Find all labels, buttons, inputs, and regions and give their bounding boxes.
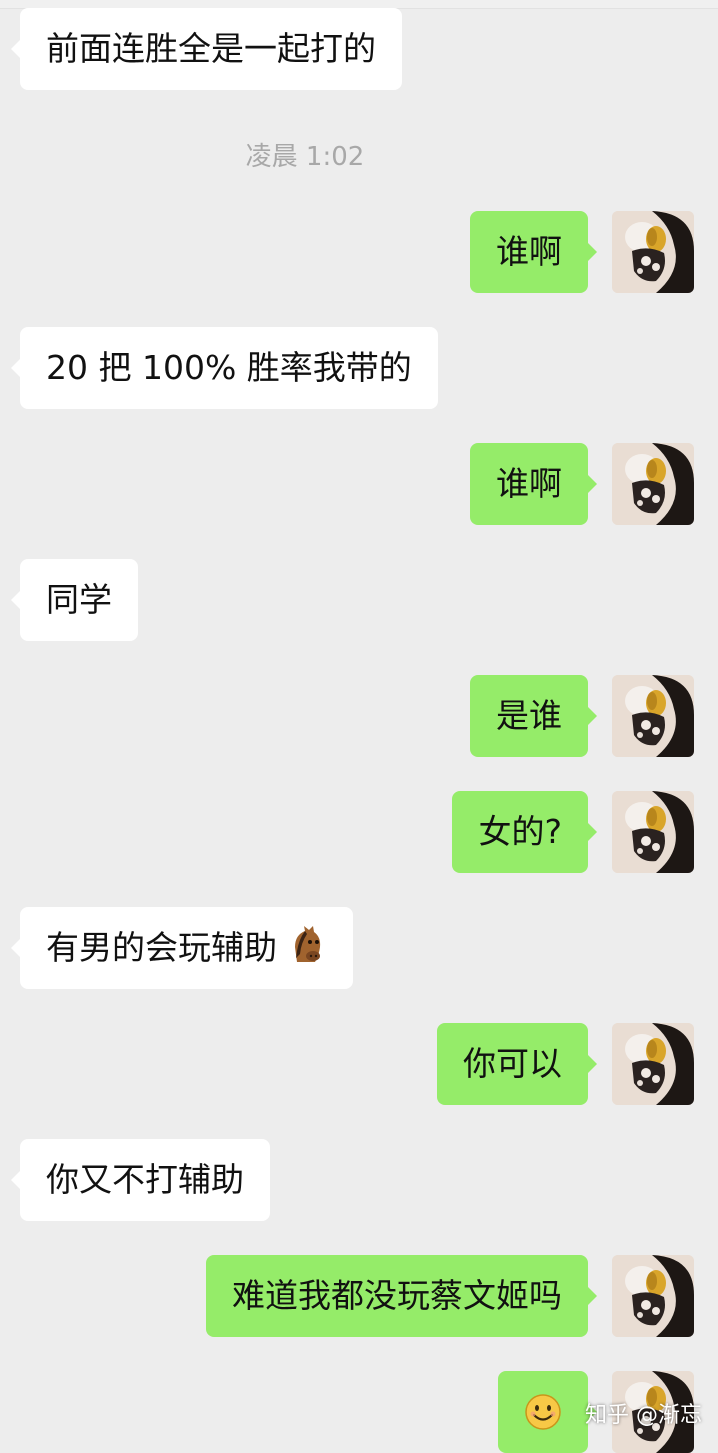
message-text: 有男的会玩辅助	[46, 928, 277, 967]
avatar-photo	[612, 443, 694, 525]
message-bubble-outgoing[interactable]: 你可以	[437, 1023, 597, 1105]
smiling-face-icon	[525, 1394, 561, 1430]
message-bubble-incoming[interactable]: 你又不打辅助	[11, 1139, 270, 1221]
message-bubble-incoming[interactable]: 前面连胜全是一起打的	[11, 8, 402, 90]
chat-timestamp: 凌晨 1:02	[245, 142, 365, 172]
message-bubble-outgoing[interactable]: 谁啊	[470, 211, 597, 293]
avatar[interactable]	[612, 675, 694, 757]
message-bubble-outgoing[interactable]: 谁啊	[470, 443, 597, 525]
avatar-photo	[612, 675, 694, 757]
horse-face-icon	[295, 926, 321, 962]
avatar-photo	[612, 1255, 694, 1337]
message-bubble-incoming[interactable]: 有男的会玩辅助	[11, 907, 353, 989]
message-bubble-incoming[interactable]: 20 把 100% 胜率我带的	[11, 327, 438, 409]
message-bubble-outgoing[interactable]: 难道我都没玩蔡文姬吗	[206, 1255, 597, 1337]
message-bubble-outgoing[interactable]: 女的?	[452, 791, 597, 873]
avatar[interactable]	[612, 211, 694, 293]
watermark: 知乎 @渐忘	[585, 1403, 702, 1428]
avatar[interactable]	[612, 443, 694, 525]
avatar-photo	[612, 791, 694, 873]
avatar-photo	[612, 211, 694, 293]
avatar[interactable]	[612, 791, 694, 873]
message-bubble-incoming[interactable]: 同学	[11, 559, 138, 641]
message-bubble-outgoing[interactable]	[498, 1371, 597, 1453]
avatar[interactable]	[612, 1255, 694, 1337]
message-bubble-outgoing[interactable]: 是谁	[470, 675, 597, 757]
avatar-photo	[612, 1023, 694, 1105]
avatar[interactable]	[612, 1023, 694, 1105]
